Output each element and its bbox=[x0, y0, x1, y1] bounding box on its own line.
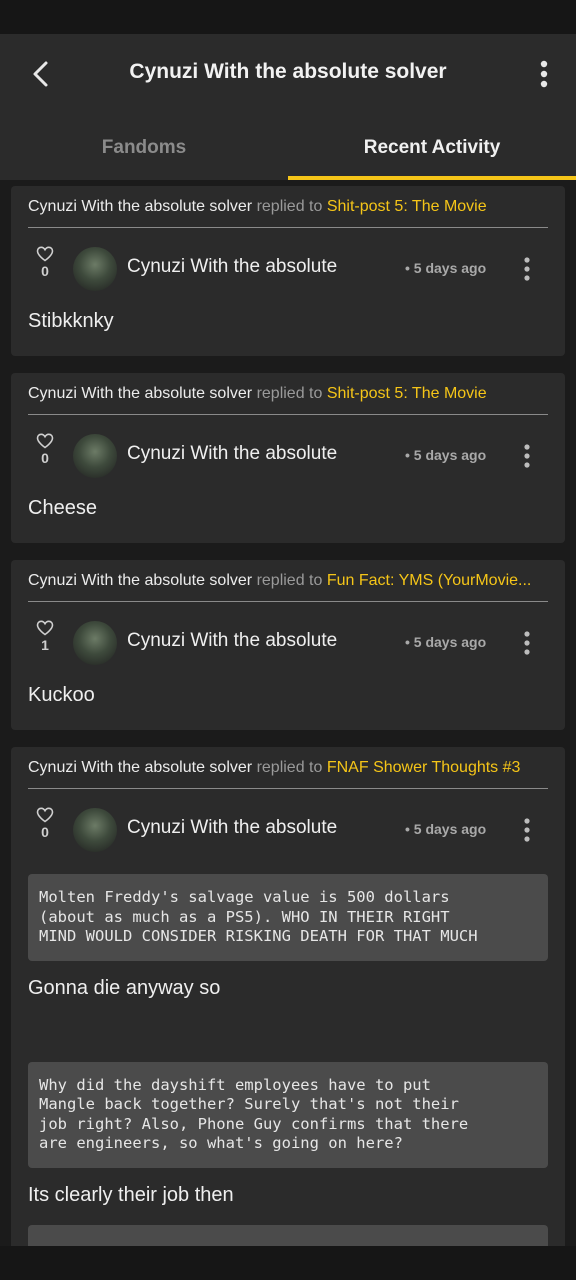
avatar[interactable] bbox=[73, 808, 117, 852]
comment-header: 0 Cynuzi With the absolute • 5 days ago bbox=[11, 228, 565, 310]
page-title: Cynuzi With the absolute solver bbox=[129, 60, 447, 83]
comment-text: Stibkknky bbox=[28, 310, 114, 332]
heart-icon bbox=[36, 807, 54, 823]
tab-recent-activity[interactable]: Recent Activity bbox=[288, 116, 576, 180]
like-button[interactable]: 0 bbox=[35, 246, 55, 279]
timestamp: • 5 days ago bbox=[405, 447, 487, 463]
comment-text: Its clearly their job then bbox=[28, 1183, 234, 1206]
activity-context: Cynuzi With the absolute solver replied … bbox=[28, 373, 548, 415]
comment-options-button[interactable] bbox=[517, 628, 537, 658]
actor-name: Cynuzi With the absolute solver bbox=[28, 572, 253, 589]
like-button[interactable]: 0 bbox=[35, 433, 55, 466]
post-link[interactable]: Fun Fact: YMS (YourMovie... bbox=[327, 572, 532, 589]
activity-card[interactable]: Cynuzi With the absolute solver replied … bbox=[11, 560, 565, 730]
like-button[interactable]: 1 bbox=[35, 620, 55, 653]
actor-name: Cynuzi With the absolute solver bbox=[28, 198, 253, 215]
activity-verb: replied to bbox=[256, 759, 323, 776]
comment-header: 1 Cynuzi With the absolute • 5 days ago bbox=[11, 602, 565, 684]
activity-verb: replied to bbox=[256, 385, 323, 402]
kebab-menu-icon bbox=[524, 818, 530, 842]
more-options-button[interactable] bbox=[530, 56, 558, 92]
post-link[interactable]: FNAF Shower Thoughts #3 bbox=[327, 759, 521, 776]
post-link[interactable]: Shit-post 5: The Movie bbox=[327, 198, 487, 215]
quote-block bbox=[28, 1224, 548, 1246]
avatar[interactable] bbox=[73, 247, 117, 291]
comment-options-button[interactable] bbox=[517, 441, 537, 471]
app-header: Cynuzi With the absolute solver Fandoms … bbox=[0, 34, 576, 180]
status-bar bbox=[0, 0, 576, 34]
chevron-left-icon bbox=[33, 61, 48, 87]
author-name[interactable]: Cynuzi With the absolute bbox=[127, 256, 337, 278]
back-button[interactable] bbox=[22, 56, 58, 92]
post-link[interactable]: Shit-post 5: The Movie bbox=[327, 385, 487, 402]
avatar[interactable] bbox=[73, 621, 117, 665]
author-name[interactable]: Cynuzi With the absolute bbox=[127, 443, 337, 465]
activity-feed[interactable]: Cynuzi With the absolute solver replied … bbox=[0, 180, 576, 1246]
like-button[interactable]: 0 bbox=[35, 807, 55, 840]
kebab-menu-icon bbox=[524, 257, 530, 281]
quote-block: Why did the dayshift employees have to p… bbox=[28, 1061, 548, 1168]
activity-card[interactable]: Cynuzi With the absolute solver replied … bbox=[11, 186, 565, 356]
comment-text: Kuckoo bbox=[28, 684, 95, 706]
kebab-menu-icon bbox=[524, 444, 530, 468]
comment-text: Gonna die anyway so bbox=[28, 976, 221, 999]
heart-icon bbox=[36, 246, 54, 262]
activity-context: Cynuzi With the absolute solver replied … bbox=[28, 186, 548, 228]
kebab-menu-icon bbox=[524, 631, 530, 655]
heart-icon bbox=[36, 620, 54, 636]
kebab-menu-icon bbox=[540, 60, 548, 88]
tab-fandoms[interactable]: Fandoms bbox=[0, 116, 288, 180]
activity-verb: replied to bbox=[256, 572, 323, 589]
comment-options-button[interactable] bbox=[517, 254, 537, 284]
comment-header: 0 Cynuzi With the absolute • 5 days ago bbox=[11, 789, 565, 871]
timestamp: • 5 days ago bbox=[405, 821, 487, 837]
comment-text: Cheese bbox=[28, 497, 97, 519]
author-name[interactable]: Cynuzi With the absolute bbox=[127, 817, 337, 839]
avatar[interactable] bbox=[73, 434, 117, 478]
tab-bar: Fandoms Recent Activity bbox=[0, 116, 576, 180]
timestamp: • 5 days ago bbox=[405, 260, 487, 276]
comment-header: 0 Cynuzi With the absolute • 5 days ago bbox=[11, 415, 565, 497]
system-nav-bar bbox=[0, 1246, 576, 1280]
heart-icon bbox=[36, 433, 54, 449]
quote-block: Molten Freddy's salvage value is 500 dol… bbox=[28, 874, 548, 961]
author-name[interactable]: Cynuzi With the absolute bbox=[127, 630, 337, 652]
activity-card[interactable]: Cynuzi With the absolute solver replied … bbox=[11, 373, 565, 543]
comment-options-button[interactable] bbox=[517, 815, 537, 845]
activity-context: Cynuzi With the absolute solver replied … bbox=[28, 747, 548, 789]
actor-name: Cynuzi With the absolute solver bbox=[28, 759, 253, 776]
timestamp: • 5 days ago bbox=[405, 634, 487, 650]
activity-context: Cynuzi With the absolute solver replied … bbox=[28, 560, 548, 602]
activity-verb: replied to bbox=[256, 198, 323, 215]
like-count: 0 bbox=[41, 450, 49, 466]
actor-name: Cynuzi With the absolute solver bbox=[28, 385, 253, 402]
like-count: 1 bbox=[41, 637, 49, 653]
like-count: 0 bbox=[41, 824, 49, 840]
activity-card[interactable]: Cynuzi With the absolute solver replied … bbox=[11, 747, 565, 1246]
like-count: 0 bbox=[41, 263, 49, 279]
